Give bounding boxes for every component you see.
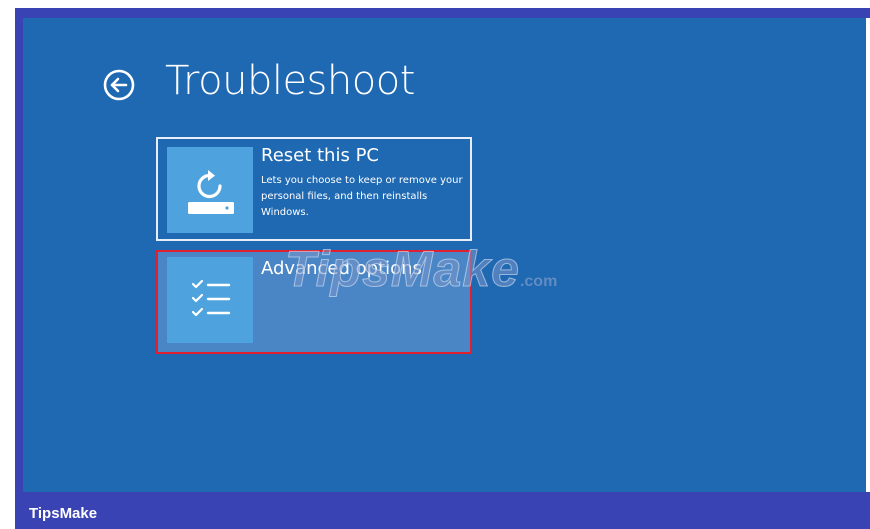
option-tile bbox=[167, 147, 253, 233]
watermark-suffix: .com bbox=[519, 273, 558, 290]
reset-pc-icon bbox=[188, 170, 234, 214]
option-label: Reset this PC bbox=[261, 145, 379, 166]
option-advanced-options[interactable]: Advanced options bbox=[156, 250, 472, 354]
footer-bar: TipsMake bbox=[15, 492, 870, 529]
option-tile bbox=[167, 257, 253, 343]
back-arrow-circle-icon bbox=[103, 69, 135, 101]
footer-brand: TipsMake bbox=[29, 505, 98, 522]
left-frame-bar bbox=[15, 8, 23, 492]
option-description: Lets you choose to keep or remove your p… bbox=[261, 175, 463, 218]
recovery-screen: Troubleshoot Reset this PC Lets you choo… bbox=[23, 18, 866, 492]
screenshot-frame: Troubleshoot Reset this PC Lets you choo… bbox=[0, 0, 870, 529]
checklist-icon bbox=[191, 279, 231, 317]
back-button[interactable] bbox=[102, 68, 136, 102]
option-label: Advanced options bbox=[261, 258, 422, 279]
top-frame-bar bbox=[15, 8, 870, 18]
option-reset-this-pc[interactable]: Reset this PC Lets you choose to keep or… bbox=[156, 137, 472, 241]
page-title: Troubleshoot bbox=[165, 58, 415, 104]
